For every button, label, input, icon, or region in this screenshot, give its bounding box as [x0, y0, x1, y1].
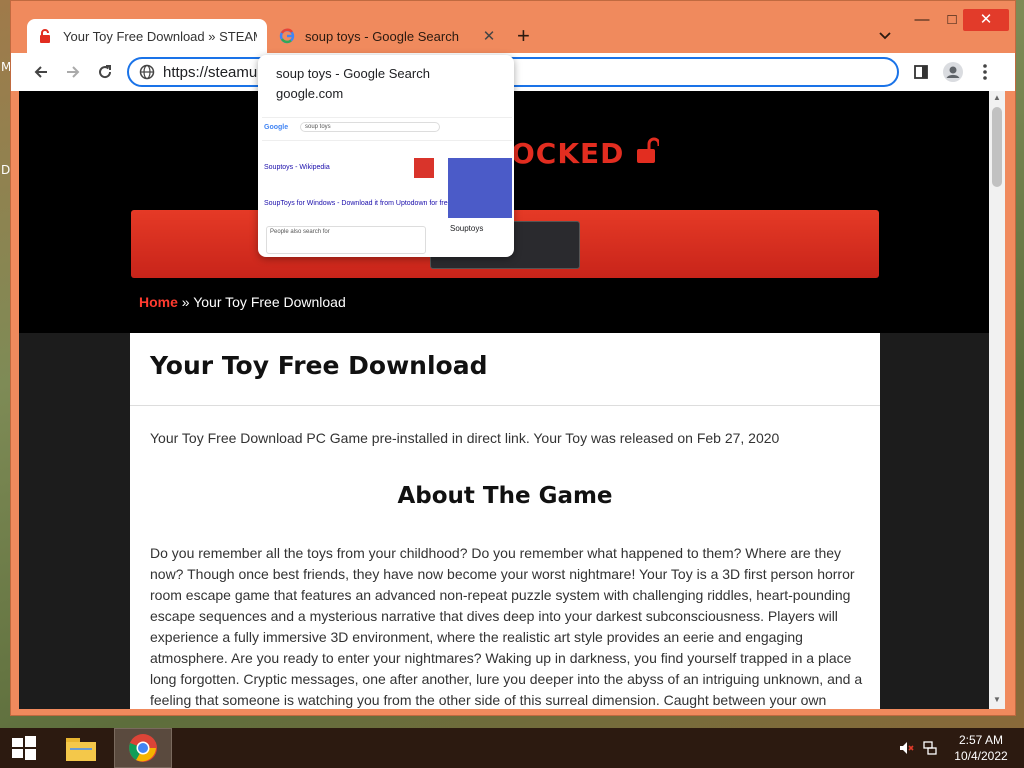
tab-strip: Your Toy Free Download » STEAM soup toys… [11, 1, 1015, 53]
scrollbar-thumb[interactable] [992, 107, 1002, 187]
lock-icon [40, 29, 50, 43]
preview-result-title: Souptoys - Wikipedia [264, 164, 330, 171]
profile-button[interactable] [941, 60, 965, 84]
page-preview-thumbnail: Google soup toys Souptoys - Wikipedia So… [262, 117, 512, 255]
breadcrumb-home-link[interactable]: Home [139, 294, 178, 310]
scroll-down-arrow[interactable]: ▼ [989, 695, 1005, 709]
globe-icon [139, 64, 155, 80]
page-scrollbar[interactable]: ▲ ▼ [989, 91, 1005, 709]
volume-muted-icon [900, 742, 914, 754]
close-window-button[interactable]: ✕ [963, 9, 1009, 31]
chrome-taskbar-button[interactable] [114, 728, 172, 768]
preview-google-logo: Google [264, 124, 289, 131]
preview-game-image [448, 158, 512, 218]
start-button[interactable] [8, 728, 40, 768]
tab-google-search[interactable]: soup toys - Google Search ✕ [269, 19, 507, 53]
arrow-right-icon [67, 66, 80, 78]
network-icon [923, 741, 937, 755]
arrow-left-icon [34, 66, 47, 78]
clock-date: 10/4/2022 [954, 749, 1008, 763]
logo-text: OCKED [511, 137, 625, 170]
tab-your-toy[interactable]: Your Toy Free Download » STEAM [27, 19, 267, 53]
network-button[interactable] [920, 728, 940, 768]
preview-query: soup toys [305, 124, 331, 130]
section-heading: About The Game [397, 483, 613, 509]
folder-icon [66, 738, 96, 761]
chrome-icon [129, 734, 157, 762]
article: Your Toy Free Download Your Toy Free Dow… [130, 333, 880, 709]
site-logo[interactable]: OCKED [511, 137, 661, 170]
preview-search-box: soup toys [300, 122, 440, 132]
menu-button[interactable] [973, 60, 997, 84]
page-title: Your Toy Free Download [150, 351, 488, 380]
taskbar: 2:57 AM 10/4/2022 [0, 728, 1024, 768]
hover-card-title: soup toys - Google Search [276, 66, 430, 81]
system-clock[interactable]: 2:57 AM 10/4/2022 [946, 732, 1016, 764]
file-explorer-button[interactable] [62, 728, 100, 768]
unlock-icon [637, 137, 661, 163]
desktop-icon-label[interactable]: D [1, 163, 10, 177]
breadcrumb-separator: » [177, 294, 194, 310]
preview-panel-title: Souptoys [450, 224, 484, 233]
tab-title: soup toys - Google Search [305, 28, 459, 44]
article-intro: Your Toy Free Download PC Game pre-insta… [150, 430, 780, 446]
preview-result-title: SoupToys for Windows - Download it from … [264, 200, 452, 207]
close-icon[interactable]: ✕ [481, 27, 497, 45]
forward-button[interactable] [61, 60, 85, 84]
breadcrumb: Home » Your Toy Free Download [139, 294, 346, 310]
side-panel-icon [914, 65, 928, 79]
title-divider [130, 405, 880, 406]
preview-paa-label: People also search for [270, 229, 330, 235]
preview-divider [262, 140, 512, 141]
new-tab-button[interactable]: + [517, 25, 530, 47]
side-panel-button[interactable] [909, 60, 933, 84]
scroll-up-arrow[interactable]: ▲ [989, 93, 1005, 107]
tab-hover-card: soup toys - Google Search google.com Goo… [258, 55, 514, 257]
tab-title: Your Toy Free Download » STEAM [63, 28, 257, 44]
breadcrumb-current: Your Toy Free Download [193, 294, 346, 310]
profile-icon [943, 62, 963, 82]
google-g-icon [279, 28, 295, 44]
reload-icon [99, 65, 112, 79]
back-button[interactable] [29, 60, 53, 84]
chevron-down-icon[interactable] [877, 27, 893, 43]
more-vertical-icon [983, 64, 987, 80]
preview-paa-box: People also search for [266, 226, 426, 254]
windows-logo-icon [12, 736, 36, 760]
game-description: Do you remember all the toys from your c… [150, 545, 863, 708]
hover-card-domain: google.com [276, 86, 344, 101]
volume-button[interactable] [896, 728, 916, 768]
preview-logo-image [414, 158, 434, 178]
reload-button[interactable] [93, 60, 117, 84]
minimize-button[interactable]: — [907, 11, 937, 28]
clock-time: 2:57 AM [958, 733, 1004, 747]
